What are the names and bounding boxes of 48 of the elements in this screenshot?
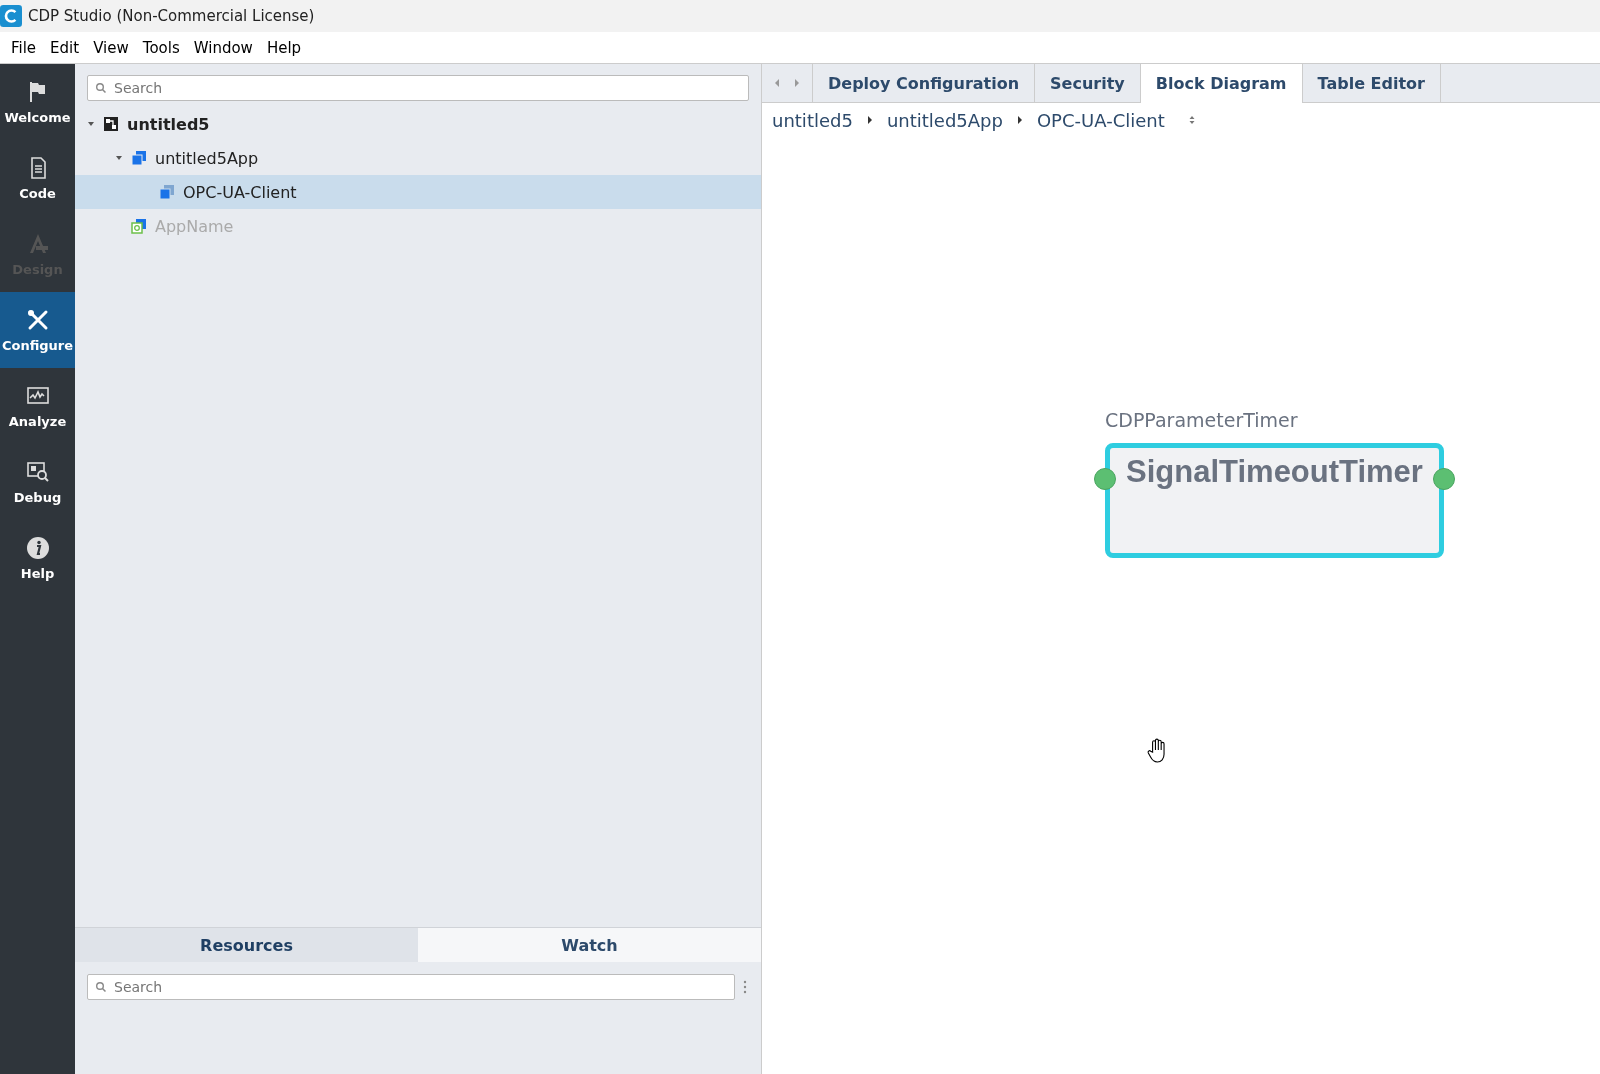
- editor-tab[interactable]: Table Editor: [1302, 64, 1441, 102]
- window-title: CDP Studio (Non-Commercial License): [28, 7, 315, 25]
- input-port[interactable]: [1094, 468, 1116, 490]
- menu-item[interactable]: File: [11, 38, 37, 57]
- chevron-right-icon: [866, 115, 873, 125]
- menu-item[interactable]: Help: [266, 38, 302, 57]
- breadcrumb-link[interactable]: OPC-UA-Client: [1036, 109, 1165, 131]
- up-down-arrows-icon[interactable]: [1188, 115, 1195, 125]
- tree-item[interactable]: untitled5App: [75, 141, 761, 175]
- function-block[interactable]: SignalTimeoutTimer: [1105, 443, 1444, 558]
- output-port[interactable]: [1433, 468, 1455, 490]
- mode-button[interactable]: Code: [0, 140, 75, 216]
- search-icon: [95, 82, 107, 94]
- chevron-right-icon: [1016, 115, 1023, 125]
- tree-item[interactable]: untitled5: [75, 107, 761, 141]
- editor-tab[interactable]: Block Diagram: [1140, 64, 1303, 103]
- tree-item[interactable]: OPC-UA-Client: [75, 175, 761, 209]
- tools-icon: [25, 307, 50, 332]
- search-icon: [95, 981, 107, 993]
- block-type-label: CDPParameterTimer: [1105, 409, 1298, 431]
- menu-item[interactable]: Window: [193, 38, 253, 57]
- search-field[interactable]: Search: [87, 974, 735, 1000]
- forward-arrow-icon[interactable]: [794, 78, 800, 88]
- mode-button[interactable]: Analyze: [0, 368, 75, 444]
- system-icon: [103, 116, 119, 132]
- menu-item[interactable]: Edit: [50, 38, 80, 57]
- back-arrow-icon[interactable]: [774, 78, 780, 88]
- editor-tab[interactable]: Deploy Configuration: [813, 64, 1036, 102]
- mode-button[interactable]: Debug: [0, 444, 75, 520]
- component-icon: [159, 184, 175, 200]
- application-icon: [131, 218, 147, 234]
- mode-button[interactable]: Welcome: [0, 64, 75, 140]
- mode-button[interactable]: Configure: [0, 292, 75, 368]
- search-field[interactable]: Search: [87, 75, 749, 101]
- more-options-icon[interactable]: [743, 980, 747, 994]
- editor-tab[interactable]: Security: [1035, 64, 1141, 102]
- panel-tab[interactable]: Watch: [418, 928, 761, 962]
- application-icon: [131, 150, 147, 166]
- info-icon: [25, 535, 50, 560]
- app-logo-icon: [0, 5, 22, 27]
- debug-icon: [25, 459, 50, 484]
- breadcrumb-link[interactable]: untitled5: [772, 109, 853, 131]
- hand-cursor-icon: [1146, 737, 1168, 765]
- panel-tab[interactable]: Resources: [75, 928, 418, 962]
- mode-button[interactable]: Help: [0, 520, 75, 596]
- breadcrumb-link[interactable]: untitled5App: [886, 109, 1003, 131]
- menu-item[interactable]: View: [93, 38, 129, 57]
- menu-item[interactable]: Tools: [142, 38, 180, 57]
